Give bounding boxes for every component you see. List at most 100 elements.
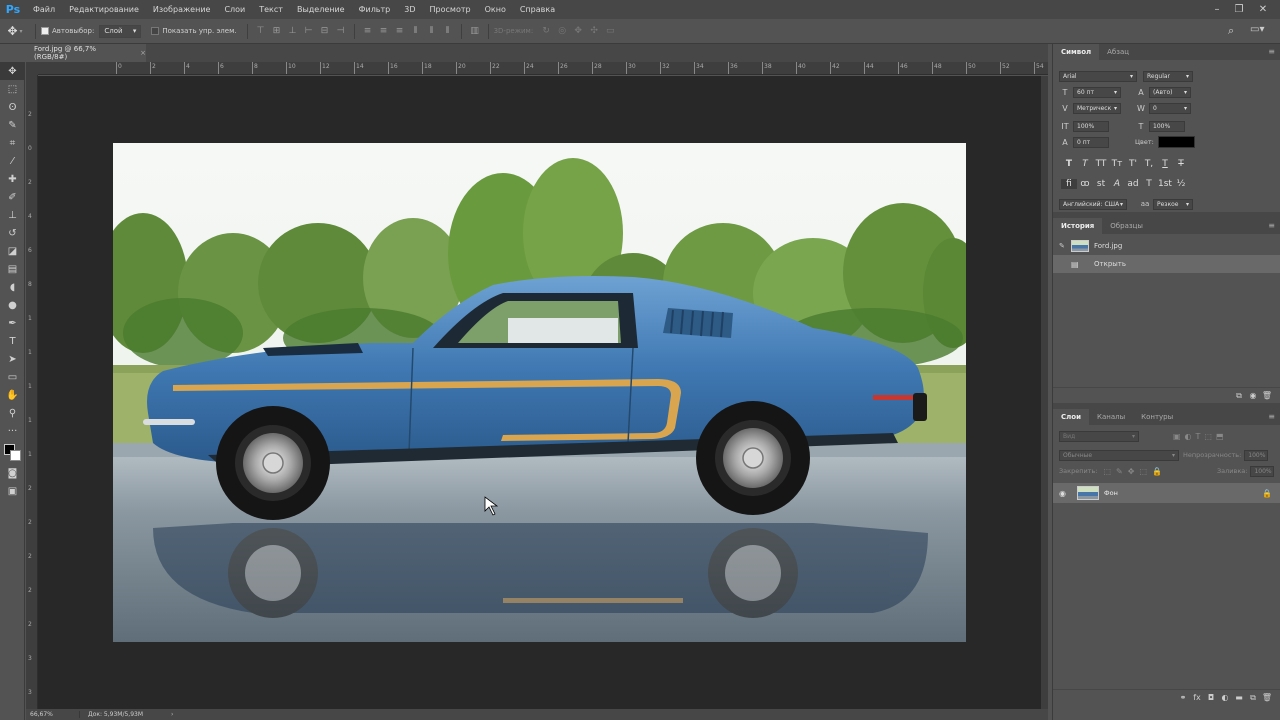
layer-row[interactable]: ◉ Фон 🔒 <box>1053 483 1280 503</box>
ordinals-button[interactable]: 1st <box>1157 179 1173 189</box>
align-hcenter-icon[interactable]: ⊟ <box>318 24 332 38</box>
menu-image[interactable]: Изображение <box>146 0 218 19</box>
hand-tool-icon[interactable]: ✋ <box>0 386 25 404</box>
align-right-icon[interactable]: ⊣ <box>334 24 348 38</box>
tab-paragraph[interactable]: Абзац <box>1099 44 1137 60</box>
slide-3d-icon[interactable]: ✣ <box>587 24 601 38</box>
discretionary-ligatures-button[interactable]: ꝏ <box>1077 179 1093 189</box>
more-tools-icon[interactable]: ··· <box>0 422 25 440</box>
new-group-icon[interactable]: ▬ <box>1232 693 1246 702</box>
rotate-3d-icon[interactable]: ↻ <box>539 24 553 38</box>
history-brush-source-icon[interactable]: ✎ <box>1059 242 1067 250</box>
quick-mask-icon[interactable]: ◙ <box>0 464 25 482</box>
vertical-scrollbar[interactable] <box>1041 76 1048 709</box>
move-tool-preset-icon[interactable]: ✥ ▾ <box>0 19 30 44</box>
align-bottom-icon[interactable]: ⊥ <box>286 24 300 38</box>
panel-menu-icon[interactable]: ≡ <box>1268 221 1275 230</box>
menu-3d[interactable]: 3D <box>397 0 422 19</box>
scale-3d-icon[interactable]: ▭ <box>603 24 617 38</box>
show-transform-checkbox[interactable] <box>151 27 160 35</box>
distribute-top-icon[interactable]: ≡ <box>361 24 375 38</box>
ornaments-button[interactable]: T <box>1141 179 1157 189</box>
crop-tool-icon[interactable]: ⌗ <box>0 134 25 152</box>
lock-icons[interactable]: ⬚✎✥⬚🔒 <box>1103 467 1166 476</box>
align-vcenter-icon[interactable]: ⊞ <box>270 24 284 38</box>
tab-swatches[interactable]: Образцы <box>1102 218 1151 234</box>
tab-history[interactable]: История <box>1053 218 1103 234</box>
trash-icon[interactable]: 🗑 <box>1260 391 1274 400</box>
baseline-input[interactable]: 0 пт <box>1073 136 1109 148</box>
antialias-select[interactable]: Резкое ▾ <box>1153 198 1193 210</box>
roll-3d-icon[interactable]: ◎ <box>555 24 569 38</box>
healing-brush-tool-icon[interactable]: ✚ <box>0 170 25 188</box>
faux-italic-button[interactable]: T <box>1077 159 1093 169</box>
language-select[interactable]: Английский: США ▾ <box>1059 198 1127 210</box>
swash-button[interactable]: A <box>1109 179 1125 189</box>
document-tab[interactable]: Ford.jpg @ 66,7% (RGB/8#) × <box>26 44 146 62</box>
layer-filter-select[interactable]: Вид ▾ <box>1059 430 1139 442</box>
distribute-left-icon[interactable]: ⦀ <box>409 24 423 38</box>
fractions-button[interactable]: ½ <box>1173 179 1189 189</box>
zoom-tool-icon[interactable]: ⚲ <box>0 404 25 422</box>
status-menu-icon[interactable]: › <box>171 711 173 718</box>
layer-mask-icon[interactable]: ◘ <box>1204 693 1218 702</box>
strikethrough-button[interactable]: T <box>1173 159 1189 169</box>
eyedropper-tool-icon[interactable]: ⁄ <box>0 152 25 170</box>
menu-file[interactable]: Файл <box>26 0 62 19</box>
horizontal-scale-input[interactable]: 100% <box>1149 120 1185 132</box>
auto-select-checkbox[interactable] <box>41 27 49 35</box>
panel-menu-icon[interactable]: ≡ <box>1268 412 1275 421</box>
align-top-icon[interactable]: ⊤ <box>254 24 268 38</box>
path-select-tool-icon[interactable]: ➤ <box>0 350 25 368</box>
tab-layers[interactable]: Слои <box>1053 409 1089 425</box>
underline-button[interactable]: T <box>1157 159 1173 169</box>
dodge-tool-icon[interactable]: ● <box>0 296 25 314</box>
panel-menu-icon[interactable]: ≡ <box>1268 47 1275 56</box>
type-tool-icon[interactable]: T <box>0 332 25 350</box>
layer-style-icon[interactable]: fx <box>1190 693 1204 702</box>
distribute-right-icon[interactable]: ⦀ <box>441 24 455 38</box>
subscript-button[interactable]: T, <box>1141 159 1157 169</box>
font-style-select[interactable]: Regular ▾ <box>1143 70 1193 82</box>
menu-layers[interactable]: Слои <box>217 0 252 19</box>
quick-select-tool-icon[interactable]: ✎ <box>0 116 25 134</box>
menu-view[interactable]: Просмотр <box>423 0 478 19</box>
trash-icon[interactable]: 🗑 <box>1260 693 1274 702</box>
menu-window[interactable]: Окно <box>478 0 513 19</box>
leading-select[interactable]: (Авто) ▾ <box>1149 86 1191 98</box>
vertical-scale-input[interactable]: 100% <box>1073 120 1109 132</box>
tab-character[interactable]: Символ <box>1053 44 1100 60</box>
menu-type[interactable]: Текст <box>252 0 290 19</box>
font-size-select[interactable]: 60 пт ▾ <box>1073 86 1121 98</box>
menu-select[interactable]: Выделение <box>290 0 352 19</box>
marquee-tool-icon[interactable]: ⬚ <box>0 80 25 98</box>
fill-input[interactable]: 100% <box>1250 465 1275 477</box>
rectangle-tool-icon[interactable]: ▭ <box>0 368 25 386</box>
pen-tool-icon[interactable]: ✒ <box>0 314 25 332</box>
new-layer-icon[interactable]: ⧉ <box>1246 693 1260 703</box>
tab-channels[interactable]: Каналы <box>1089 409 1133 425</box>
faux-bold-button[interactable]: T <box>1061 159 1077 169</box>
titling-alternates-button[interactable]: ad <box>1125 179 1141 189</box>
distribute-hcenter-icon[interactable]: ⦀ <box>425 24 439 38</box>
kerning-select[interactable]: Метрическ ▾ <box>1073 102 1121 114</box>
stylistic-alternates-button[interactable]: st <box>1093 179 1109 189</box>
tracking-select[interactable]: 0 ▾ <box>1149 102 1191 114</box>
drag-3d-icon[interactable]: ✥ <box>571 24 585 38</box>
screen-mode-icon[interactable]: ▣ <box>0 482 25 500</box>
gradient-tool-icon[interactable]: ▤ <box>0 260 25 278</box>
clone-stamp-tool-icon[interactable]: ⊥ <box>0 206 25 224</box>
new-document-from-state-icon[interactable]: ⧉ <box>1232 391 1246 401</box>
menu-help[interactable]: Справка <box>513 0 562 19</box>
history-brush-tool-icon[interactable]: ↺ <box>0 224 25 242</box>
distribute-bottom-icon[interactable]: ≡ <box>393 24 407 38</box>
tab-paths[interactable]: Контуры <box>1133 409 1181 425</box>
lasso-tool-icon[interactable]: ʘ <box>0 98 25 116</box>
history-snapshot[interactable]: ✎ Ford.jpg <box>1053 237 1280 255</box>
document-image[interactable] <box>113 143 966 642</box>
all-caps-button[interactable]: TT <box>1093 159 1109 169</box>
zoom-level[interactable]: 66,67% <box>26 711 80 718</box>
adjustment-layer-icon[interactable]: ◐ <box>1218 693 1232 702</box>
workspace-icon[interactable]: ▭▾ <box>1250 24 1264 35</box>
history-step[interactable]: ▤ Открыть <box>1053 255 1280 273</box>
